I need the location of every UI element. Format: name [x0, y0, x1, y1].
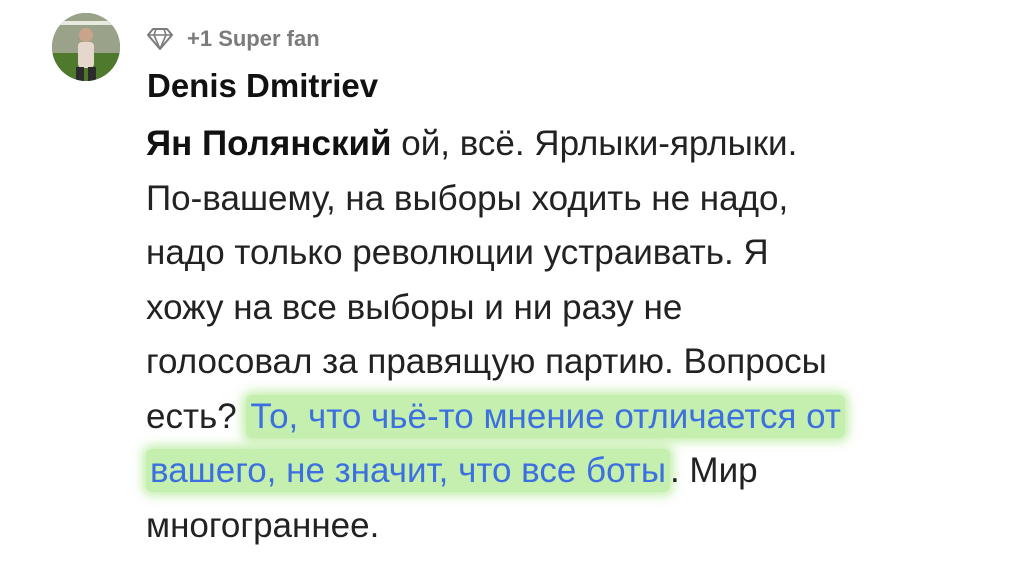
comment-line: хожу на все выборы и ни разу не — [146, 287, 683, 327]
comment: +1 Super fan Denis Dmitriev Ян Полянский… — [0, 0, 1024, 566]
line-text: есть? — [146, 396, 247, 436]
comment-line: есть? То, что чьё-то мнение отличается о… — [146, 390, 1006, 445]
comment-line: многограннее. — [146, 505, 380, 545]
highlighted-text: вашего, не значит, что все боты — [146, 449, 670, 492]
avatar-image — [52, 13, 120, 81]
comment-line: голосовал за правящую партию. Вопросы — [146, 342, 827, 381]
highlighted-text: То, что чьё-то мнение отличается от — [246, 394, 845, 438]
comment-line: По-вашему, на выборы ходить не надо, — [146, 178, 789, 218]
user-mention[interactable]: Ян Полянский — [146, 124, 392, 163]
super-fan-badge: +1 Super fan — [147, 25, 320, 53]
badge-label: +1 Super fan — [187, 26, 320, 51]
diamond-icon — [147, 28, 173, 50]
comment-text: Ян Полянский ой, всё. Ярлыки-ярлыки. По-… — [146, 117, 1006, 553]
comment-line: Ян Полянский ой, всё. Ярлыки-ярлыки. — [146, 117, 1006, 172]
line-text: . Мир — [669, 451, 758, 490]
avatar[interactable] — [52, 13, 120, 81]
comment-line: надо только революции устраивать. Я — [146, 233, 769, 272]
comment-line: вашего, не значит, что все боты. Мир — [146, 444, 1006, 499]
author-name[interactable]: Denis Dmitriev — [147, 67, 378, 105]
line-text: ой, всё. Ярлыки-ярлыки. — [391, 124, 798, 163]
